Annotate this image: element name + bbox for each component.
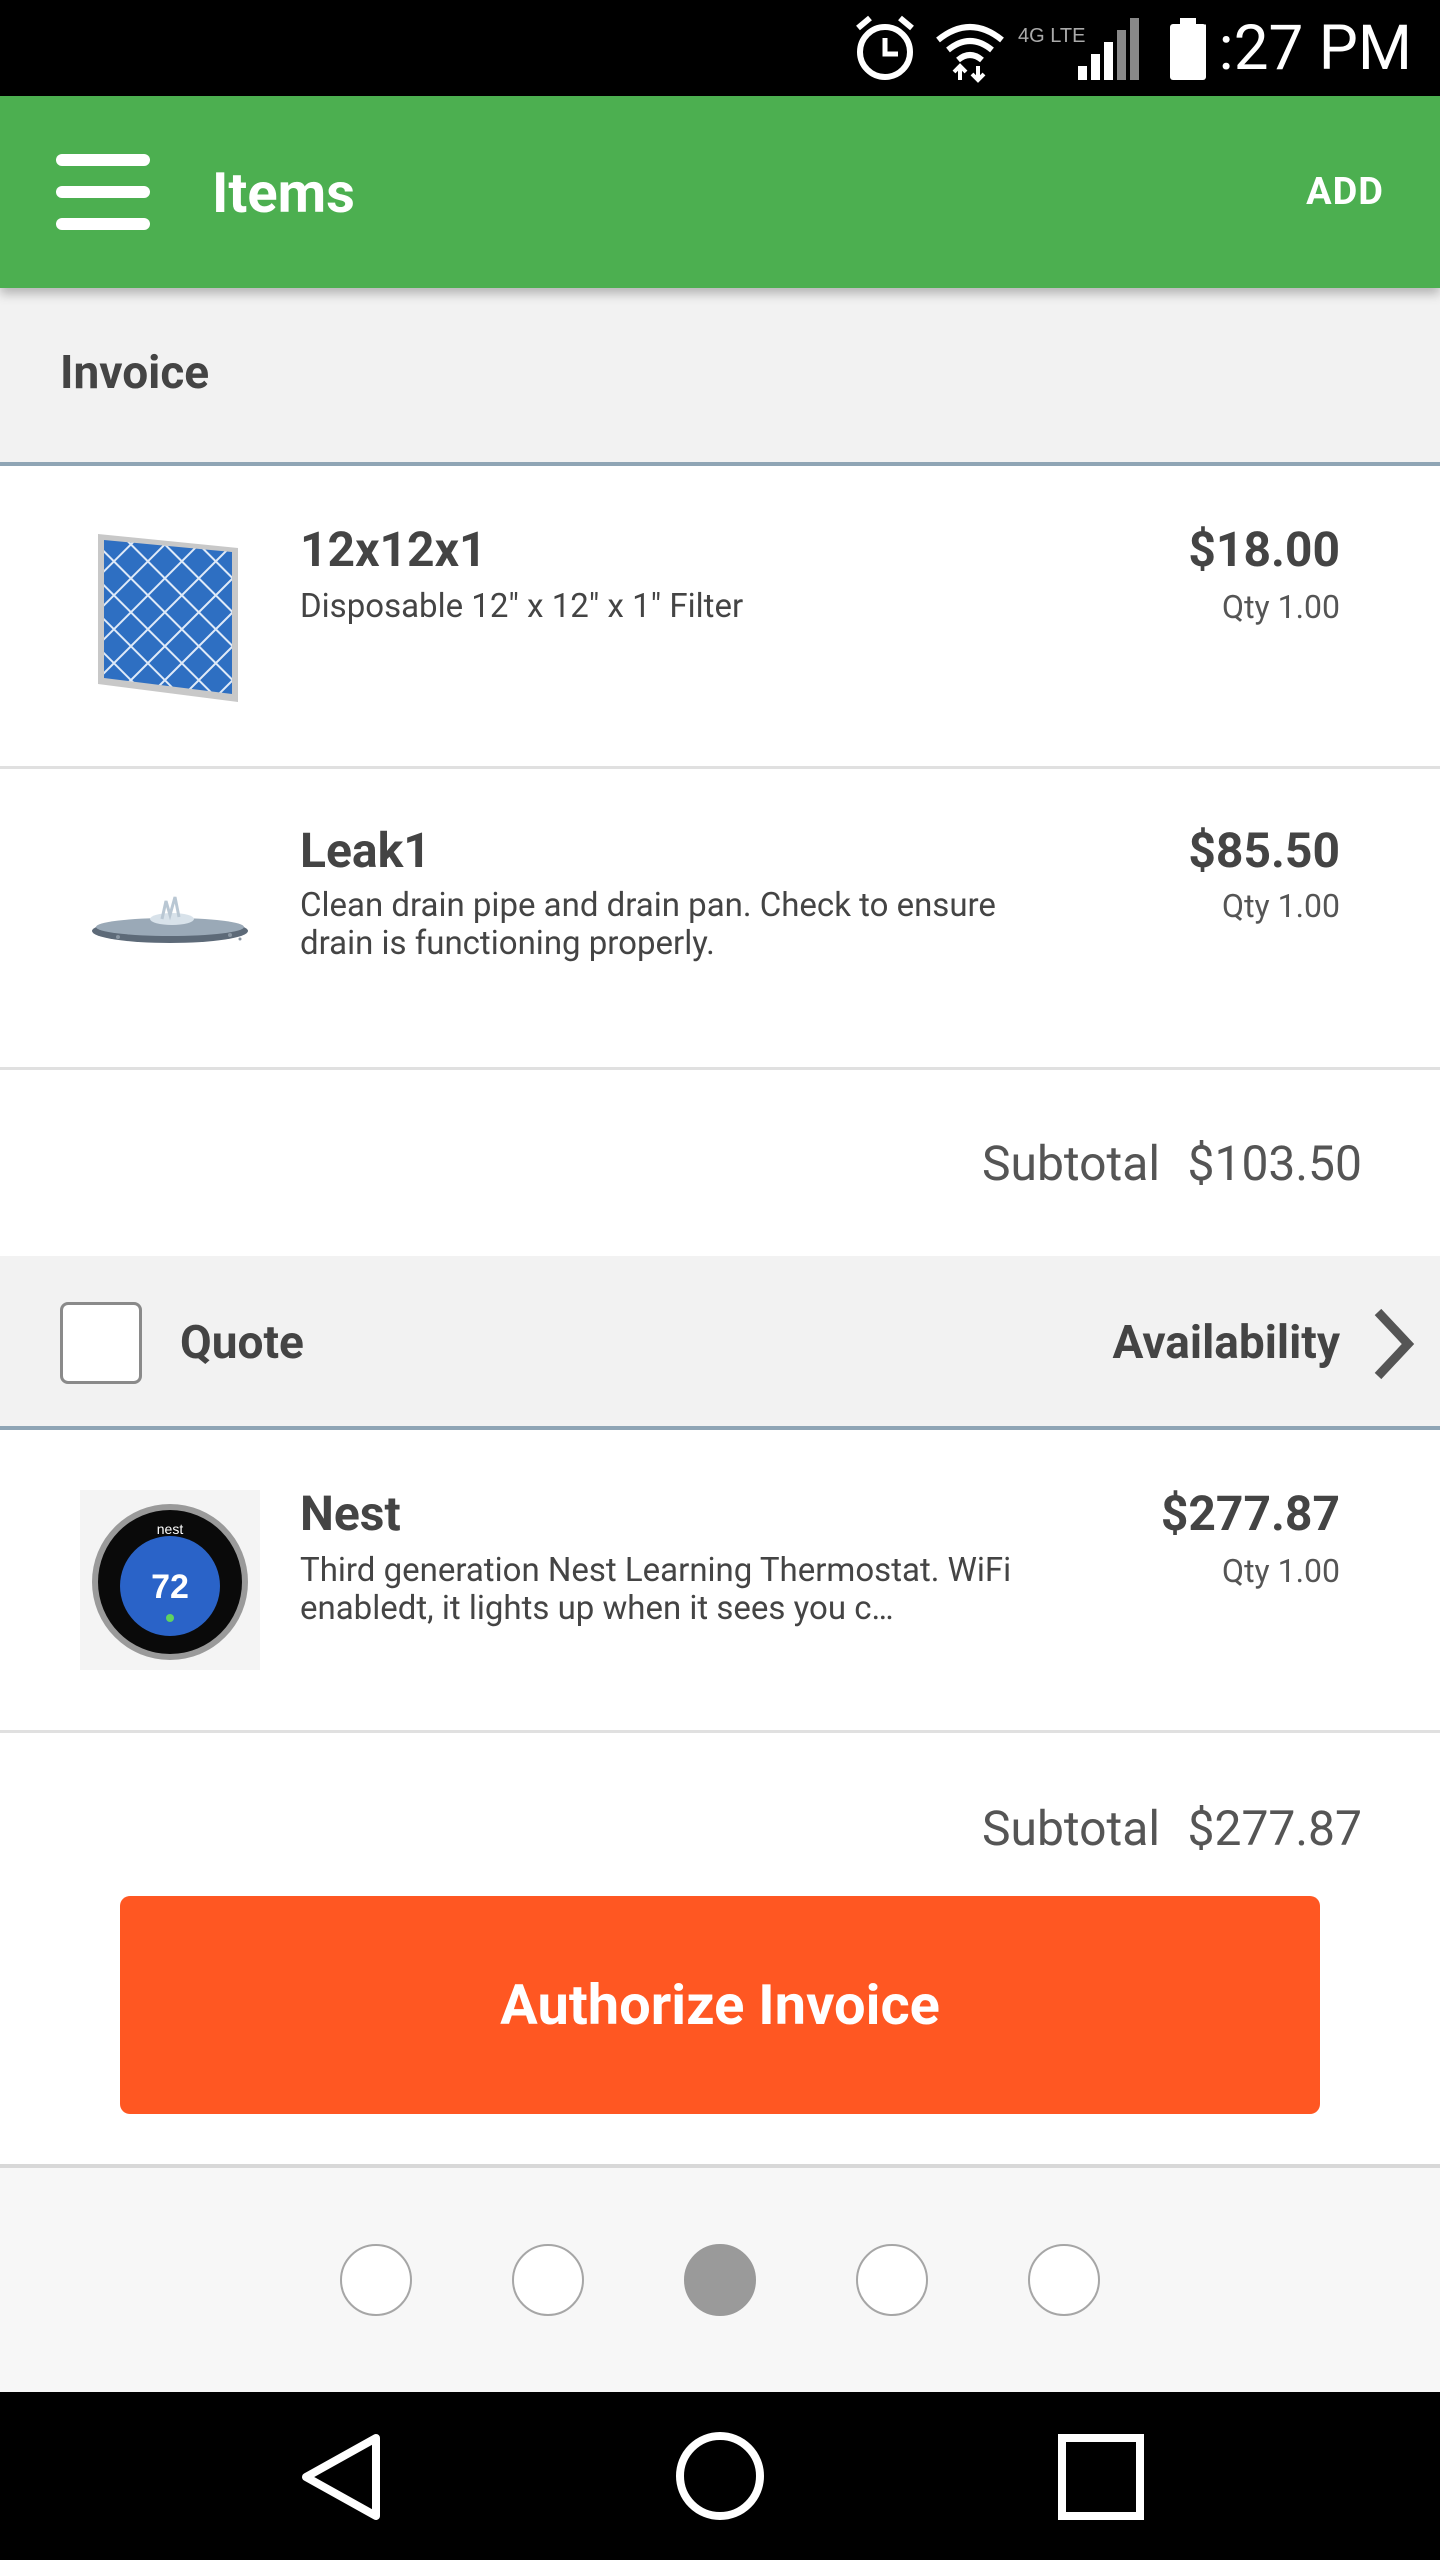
invoice-section-header: Invoice [0,288,1440,466]
item-price: $18.00 [1188,521,1340,578]
home-icon[interactable] [674,2430,766,2522]
authorize-invoice-button[interactable]: Authorize Invoice [120,1896,1320,2114]
item-qty: Qty 1.00 [1222,1552,1340,1590]
wifi-icon [936,24,1004,83]
item-qty: Qty 1.00 [1222,887,1340,925]
item-description: Third generation Nest Learning Thermosta… [300,1551,1012,1628]
recents-icon[interactable] [1056,2432,1146,2522]
page-title: Items [212,160,355,226]
thermostat-brand: nest [157,1521,184,1537]
quote-section-header: Quote Availability [0,1256,1440,1430]
thermostat-icon: nest 72 [80,1490,260,1670]
chevron-right-icon[interactable] [1368,1304,1418,1384]
back-icon[interactable] [296,2432,386,2522]
section-title: Quote [180,1316,304,1370]
item-name: Nest [300,1485,401,1542]
item-description: Clean drain pipe and drain pan. Check to… [300,886,996,963]
status-bar: 4G LTE 1:27 PM [0,0,1440,96]
drain-pan-icon [92,896,248,943]
subtotal-value: $103.50 [1187,1135,1362,1192]
status-time: 1:27 PM [1183,12,1412,85]
list-item[interactable]: Leak1 Clean drain pipe and drain pan. Ch… [0,769,1440,1070]
availability-link[interactable]: Availability [1113,1316,1340,1370]
page-dot-active[interactable] [684,2244,756,2316]
page-indicator [0,2164,1440,2396]
page-dot[interactable] [1028,2244,1100,2316]
subtotal-value: $277.87 [1187,1800,1362,1857]
page-dot[interactable] [856,2244,928,2316]
quote-checkbox[interactable] [60,1302,142,1384]
app-bar: Items ADD [0,96,1440,288]
invoice-subtotal-row: Subtotal $103.50 [0,1070,1440,1256]
list-item[interactable]: 12x12x1 Disposable 12" x 12" x 1" Filter… [0,466,1440,769]
menu-icon[interactable] [52,144,156,240]
item-description: Disposable 12" x 12" x 1" Filter [300,587,744,626]
item-price: $277.87 [1160,1485,1340,1542]
section-title: Invoice [60,346,210,400]
item-name: 12x12x1 [300,521,487,578]
add-button[interactable]: ADD [1306,162,1384,222]
alarm-icon [856,15,914,80]
item-price: $85.50 [1188,822,1340,879]
page-dot[interactable] [512,2244,584,2316]
subtotal-label: Subtotal [981,1135,1160,1192]
list-item[interactable]: nest 72 Nest Third generation Nest Learn… [0,1430,1440,1733]
page-dot[interactable] [340,2244,412,2316]
item-name: Leak1 [300,822,431,879]
system-nav-bar [0,2392,1440,2560]
signal-icon [1078,18,1139,80]
thermostat-reading: 72 [151,1568,189,1606]
status-icons: 4G LTE [856,15,1139,83]
network-type: 4G LTE [1018,25,1085,47]
item-qty: Qty 1.00 [1222,588,1340,626]
air-filter-icon [98,534,238,702]
subtotal-label: Subtotal [981,1800,1160,1857]
